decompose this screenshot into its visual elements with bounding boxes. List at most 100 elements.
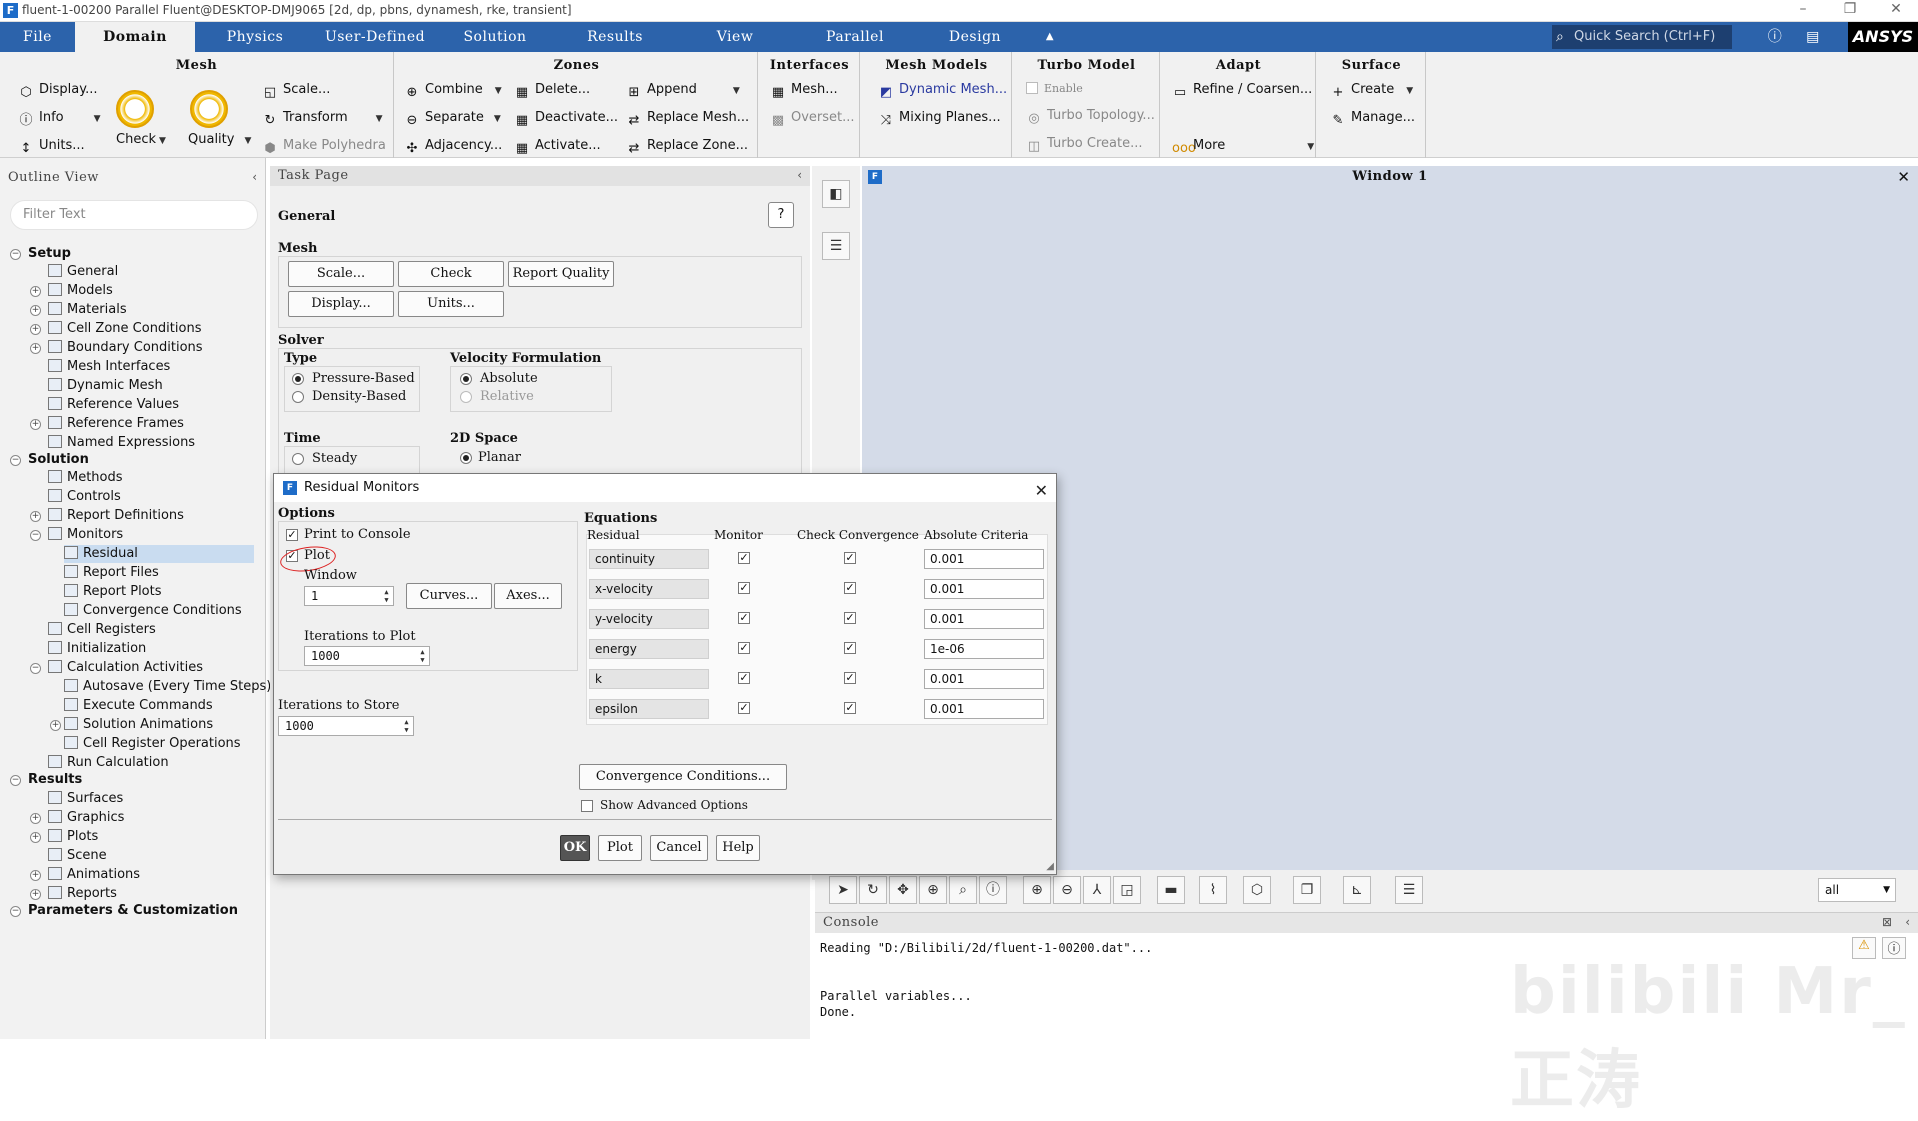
refine-coarsen-button[interactable]: ▭ Refine / Coarsen... [1172,82,1312,101]
expand-toggle-icon[interactable]: + [30,870,41,881]
check-convergence-checkbox[interactable]: ✓ [844,702,856,714]
monitor-checkbox[interactable]: ✓ [738,702,750,714]
scale-button[interactable]: Scale... [288,261,394,287]
clip-icon[interactable]: ⌇ [1199,876,1227,904]
pan-icon[interactable]: ✥ [889,876,917,904]
outline-node-dynamic-mesh[interactable]: Dynamic Mesh [48,377,163,395]
dialog-close-icon[interactable]: ✕ [1035,477,1048,505]
outline-node-results[interactable]: Results [28,771,82,789]
tab-design[interactable]: Design [920,22,1030,52]
outline-node-cell-register-operations[interactable]: Cell Register Operations [64,735,241,753]
outline-node-setup[interactable]: Setup [28,245,71,263]
outline-node-methods[interactable]: Methods [48,469,123,487]
expand-toggle-icon[interactable]: − [10,249,21,260]
expand-toggle-icon[interactable]: + [30,813,41,824]
view-selector-dropdown[interactable]: all ▼ [1818,878,1896,902]
turbo-enable-checkbox[interactable]: Enable [1026,82,1083,95]
rotate-icon[interactable]: ↻ [859,876,887,904]
panel-toggle-icon[interactable]: ◧ [822,180,850,208]
zones-append-button[interactable]: ⊞ Append ▼ [626,82,740,101]
surface-manage-button[interactable]: ✎ Manage... [1330,110,1416,129]
tab-parallel[interactable]: Parallel [795,22,915,52]
expand-toggle-icon[interactable]: + [50,720,61,731]
help-button[interactable]: Help [716,835,760,861]
steady-radio[interactable] [292,453,304,465]
absolute-radio[interactable] [460,373,472,385]
zones-activate-button[interactable]: ▦ Activate... [514,138,601,157]
spinner-icon[interactable]: ▲ ▼ [402,718,411,734]
expand-toggle-icon[interactable]: + [30,889,41,900]
expand-toggle-icon[interactable]: + [30,511,41,522]
outline-node-report-files[interactable]: Report Files [64,564,159,582]
outline-node-materials[interactable]: Materials [48,301,127,319]
outline-node-calculation-activities[interactable]: Calculation Activities [48,659,203,677]
zoom-box-icon[interactable]: ⌕ [949,876,977,904]
tab-file[interactable]: File [0,22,75,52]
check-convergence-checkbox[interactable]: ✓ [844,612,856,624]
outline-node-report-plots[interactable]: Report Plots [64,583,162,601]
planar-radio[interactable] [460,452,472,464]
outline-node-reports[interactable]: Reports [48,885,117,903]
monitor-checkbox[interactable]: ✓ [738,582,750,594]
display-button[interactable]: Display... [288,291,394,317]
notes-icon[interactable]: ☰ [1395,876,1423,904]
filter-input[interactable]: Filter Text [10,200,258,230]
console-dock-icon[interactable]: ⊠ [1882,915,1892,929]
dynamic-mesh-button[interactable]: ◩ Dynamic Mesh... [878,82,1007,101]
zoom-out-icon[interactable]: ⊖ [1053,876,1081,904]
surface-create-button[interactable]: + Create ▼ [1330,82,1414,101]
report-quality-button[interactable]: Report Quality [508,261,614,287]
outline-node-named-expressions[interactable]: Named Expressions [48,434,195,452]
mixing-planes-button[interactable]: ⤨ Mixing Planes... [878,110,1001,129]
expand-toggle-icon[interactable]: + [30,343,41,354]
absolute-criteria-input[interactable]: 0.001 [924,549,1044,569]
show-advanced-checkbox[interactable] [581,800,593,812]
zones-deactivate-button[interactable]: ▦ Deactivate... [514,110,618,129]
check-convergence-checkbox[interactable]: ✓ [844,672,856,684]
outline-node-solution-animations[interactable]: Solution Animations [64,716,213,734]
axes-button[interactable]: Axes... [494,583,562,609]
minimize-icon[interactable]: – [1783,1,1823,21]
zoom-icon[interactable]: ⊕ [919,876,947,904]
zones-delete-button[interactable]: ▦ Delete... [514,82,590,101]
adapt-more-button[interactable]: oooMore ▼ [1172,138,1314,157]
outline-node-parameters-customization[interactable]: Parameters & Customization [28,902,238,920]
pointer-icon[interactable]: ➤ [829,876,857,904]
quick-search-input[interactable]: ⌕ Quick Search (Ctrl+F) [1552,25,1732,49]
layout-icon[interactable]: ▤ [1800,22,1826,52]
mesh-info-button[interactable]: ⓘ Info ▼ [18,110,100,129]
expand-toggle-icon[interactable]: − [10,775,21,786]
outline-node-residual[interactable]: Residual [64,545,254,563]
probe-icon[interactable]: ⓘ [979,876,1007,904]
monitor-checkbox[interactable]: ✓ [738,642,750,654]
restore-icon[interactable]: ❐ [1830,1,1870,21]
plot-view-icon[interactable]: ⊾ [1343,876,1371,904]
density-based-radio[interactable] [292,391,304,403]
outline-node-mesh-interfaces[interactable]: Mesh Interfaces [48,358,170,376]
tab-results[interactable]: Results [555,22,675,52]
outline-node-initialization[interactable]: Initialization [48,640,146,658]
units-button[interactable]: Units... [398,291,504,317]
outline-node-autosave-every-time-steps[interactable]: Autosave (Every Time Steps) [64,678,271,696]
outline-node-graphics[interactable]: Graphics [48,809,124,827]
help-icon[interactable]: ⓘ [1762,22,1788,52]
tab-user-defined[interactable]: User-Defined [310,22,440,52]
expand-toggle-icon[interactable]: + [30,286,41,297]
outline-node-controls[interactable]: Controls [48,488,121,506]
tab-solution[interactable]: Solution [440,22,550,52]
ok-button[interactable]: OK [560,835,590,861]
outline-node-reference-values[interactable]: Reference Values [48,396,179,414]
tab-view[interactable]: View [680,22,790,52]
outline-node-monitors[interactable]: Monitors [48,526,123,544]
tab-domain[interactable]: Domain [75,22,195,52]
outline-node-boundary-conditions[interactable]: Boundary Conditions [48,339,203,357]
zones-adjacency-button[interactable]: ✣ Adjacency... [404,138,503,157]
expand-toggle-icon[interactable]: + [30,419,41,430]
close-window-icon[interactable]: ✕ [1876,1,1916,21]
outline-node-models[interactable]: Models [48,282,113,300]
mesh-quality-button[interactable]: Quality ▼ [188,132,251,147]
absolute-criteria-input[interactable]: 1e-06 [924,639,1044,659]
outline-node-animations[interactable]: Animations [48,866,140,884]
check-button[interactable]: Check [398,261,504,287]
absolute-criteria-input[interactable]: 0.001 [924,579,1044,599]
